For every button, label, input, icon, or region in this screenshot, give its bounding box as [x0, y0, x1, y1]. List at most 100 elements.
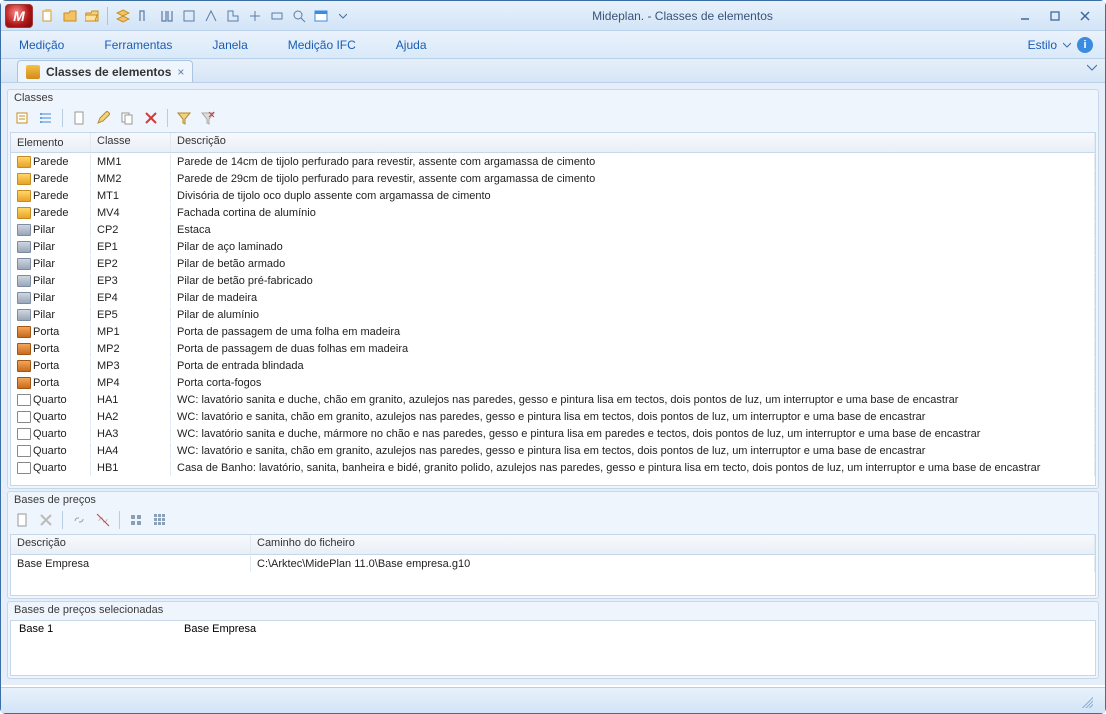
col-bases-descricao[interactable]: Descrição — [11, 535, 251, 554]
cell-elemento: Parede — [33, 173, 68, 185]
table-row[interactable]: QuartoHA4WC: lavatório e sanita, chão em… — [11, 442, 1095, 459]
content-area: Classes Elemento Classe Descrição Parede… — [1, 83, 1105, 685]
cell-descricao: Casa de Banho: lavatório, sanita, banhei… — [171, 460, 1095, 476]
table-row[interactable]: QuartoHA1WC: lavatório sanita e duche, c… — [11, 391, 1095, 408]
table-row[interactable]: PortaMP4Porta corta-fogos — [11, 374, 1095, 391]
tb-bases-new-icon[interactable] — [12, 510, 32, 530]
table-row[interactable]: QuartoHA3WC: lavatório sanita e duche, m… — [11, 425, 1095, 442]
qat-zoom-icon[interactable] — [290, 7, 308, 25]
tb-filter-icon[interactable] — [174, 108, 194, 128]
qat-tool4-icon[interactable] — [202, 7, 220, 25]
tabs-overflow-icon[interactable] — [1087, 63, 1097, 73]
table-row[interactable]: PilarCP2Estaca — [11, 221, 1095, 238]
cell-descricao: Porta de passagem de duas folhas em made… — [171, 341, 1095, 357]
qat-new-icon[interactable] — [39, 7, 57, 25]
resize-grip-icon[interactable] — [1079, 694, 1093, 708]
minimize-button[interactable] — [1013, 7, 1037, 25]
tb-bases-grid1-icon[interactable] — [126, 510, 146, 530]
tb-properties-icon[interactable] — [12, 108, 32, 128]
app-orb-icon[interactable]: M — [5, 4, 33, 28]
pillar-icon — [17, 275, 31, 287]
qat-tool1-icon[interactable] — [136, 7, 154, 25]
cell-bases-caminho: C:\Arktec\MidePlan 11.0\Base empresa.g10 — [251, 556, 1095, 572]
table-row[interactable]: PilarEP1Pilar de aço laminado — [11, 238, 1095, 255]
qat-tool7-icon[interactable] — [268, 7, 286, 25]
tb-list-icon[interactable] — [36, 108, 56, 128]
classes-grid-body[interactable]: ParedeMM1Parede de 14cm de tijolo perfur… — [11, 153, 1095, 485]
qat-tool3-icon[interactable] — [180, 7, 198, 25]
table-row[interactable]: PilarEP2Pilar de betão armado — [11, 255, 1095, 272]
tb-bases-grid2-icon[interactable] — [150, 510, 170, 530]
tab-close-icon[interactable]: × — [177, 65, 184, 79]
cell-descricao: Estaca — [171, 222, 1095, 238]
cell-descricao: Divisória de tijolo oco duplo assente co… — [171, 188, 1095, 204]
tb-delete-icon[interactable] — [141, 108, 161, 128]
tb-bases-unlink-icon[interactable] — [93, 510, 113, 530]
tb-copy-icon[interactable] — [117, 108, 137, 128]
table-row[interactable]: ParedeMM1Parede de 14cm de tijolo perfur… — [11, 153, 1095, 170]
room-icon — [17, 462, 31, 474]
col-descricao[interactable]: Descrição — [171, 133, 1095, 152]
table-row[interactable]: Base EmpresaC:\Arktec\MidePlan 11.0\Base… — [11, 555, 1095, 572]
tb-bases-link-icon[interactable] — [69, 510, 89, 530]
cell-descricao: Fachada cortina de alumínio — [171, 205, 1095, 221]
chevron-down-icon — [1063, 41, 1071, 49]
cell-classe: MP4 — [91, 375, 171, 391]
status-bar — [1, 687, 1105, 713]
table-row[interactable]: QuartoHB1Casa de Banho: lavatório, sanit… — [11, 459, 1095, 476]
qat-dropdown-icon[interactable] — [334, 7, 352, 25]
table-row[interactable]: PortaMP1Porta de passagem de uma folha e… — [11, 323, 1095, 340]
col-classe[interactable]: Classe — [91, 133, 171, 152]
qat-open-folder-icon[interactable] — [83, 7, 101, 25]
table-row[interactable]: ParedeMV4Fachada cortina de alumínio — [11, 204, 1095, 221]
qat-tool2-icon[interactable] — [158, 7, 176, 25]
col-elemento[interactable]: Elemento — [11, 133, 91, 152]
cell-descricao: Pilar de madeira — [171, 290, 1095, 306]
door-icon — [17, 360, 31, 372]
cell-elemento: Porta — [33, 326, 59, 338]
table-row[interactable]: QuartoHA2WC: lavatório e sanita, chão em… — [11, 408, 1095, 425]
info-icon[interactable]: i — [1077, 37, 1093, 53]
close-button[interactable] — [1073, 7, 1097, 25]
tb-new-icon[interactable] — [69, 108, 89, 128]
folder-icon — [17, 190, 31, 202]
col-bases-caminho[interactable]: Caminho do ficheiro — [251, 535, 1095, 554]
table-row[interactable]: PortaMP2Porta de passagem de duas folhas… — [11, 340, 1095, 357]
style-dropdown[interactable]: Estilo i — [1028, 37, 1093, 53]
table-row[interactable]: PilarEP3Pilar de betão pré-fabricado — [11, 272, 1095, 289]
cell-descricao: WC: lavatório e sanita, chão em granito,… — [171, 443, 1095, 459]
cell-descricao: Porta de passagem de uma folha em madeir… — [171, 324, 1095, 340]
bases-grid[interactable]: Descrição Caminho do ficheiro Base Empre… — [10, 534, 1096, 596]
cell-elemento: Pilar — [33, 309, 55, 321]
classes-grid[interactable]: Elemento Classe Descrição ParedeMM1Pared… — [10, 132, 1096, 486]
table-row[interactable]: PortaMP3Porta de entrada blindada — [11, 357, 1095, 374]
tb-filter-clear-icon[interactable] — [198, 108, 218, 128]
cell-descricao: Pilar de betão armado — [171, 256, 1095, 272]
menu-ajuda[interactable]: Ajuda — [390, 34, 433, 56]
maximize-button[interactable] — [1043, 7, 1067, 25]
qat-tool6-icon[interactable] — [246, 7, 264, 25]
list-item[interactable]: Base 1Base Empresa — [11, 621, 1095, 637]
table-row[interactable]: PilarEP5Pilar de alumínio — [11, 306, 1095, 323]
table-row[interactable]: ParedeMM2Parede de 29cm de tijolo perfur… — [11, 170, 1095, 187]
table-row[interactable]: ParedeMT1Divisória de tijolo oco duplo a… — [11, 187, 1095, 204]
selected-list[interactable]: Base 1Base Empresa — [10, 620, 1096, 676]
menu-medicao-ifc[interactable]: Medição IFC — [282, 34, 362, 56]
qat-tool5-icon[interactable] — [224, 7, 242, 25]
tb-edit-icon[interactable] — [93, 108, 113, 128]
menu-medicao[interactable]: Medição — [13, 34, 70, 56]
cell-classe: MP3 — [91, 358, 171, 374]
cell-elemento: Porta — [33, 377, 59, 389]
cell-elemento: Porta — [33, 360, 59, 372]
table-row[interactable]: PilarEP4Pilar de madeira — [11, 289, 1095, 306]
bases-toolbar — [8, 508, 1098, 532]
tab-classes-de-elementos[interactable]: Classes de elementos × — [17, 60, 193, 82]
cell-descricao: Parede de 29cm de tijolo perfurado para … — [171, 171, 1095, 187]
qat-open-icon[interactable] — [61, 7, 79, 25]
qat-layers-icon[interactable] — [114, 7, 132, 25]
tb-bases-delete-icon[interactable] — [36, 510, 56, 530]
menu-ferramentas[interactable]: Ferramentas — [98, 34, 178, 56]
bases-grid-body[interactable]: Base EmpresaC:\Arktec\MidePlan 11.0\Base… — [11, 555, 1095, 595]
qat-window-icon[interactable] — [312, 7, 330, 25]
menu-janela[interactable]: Janela — [206, 34, 253, 56]
